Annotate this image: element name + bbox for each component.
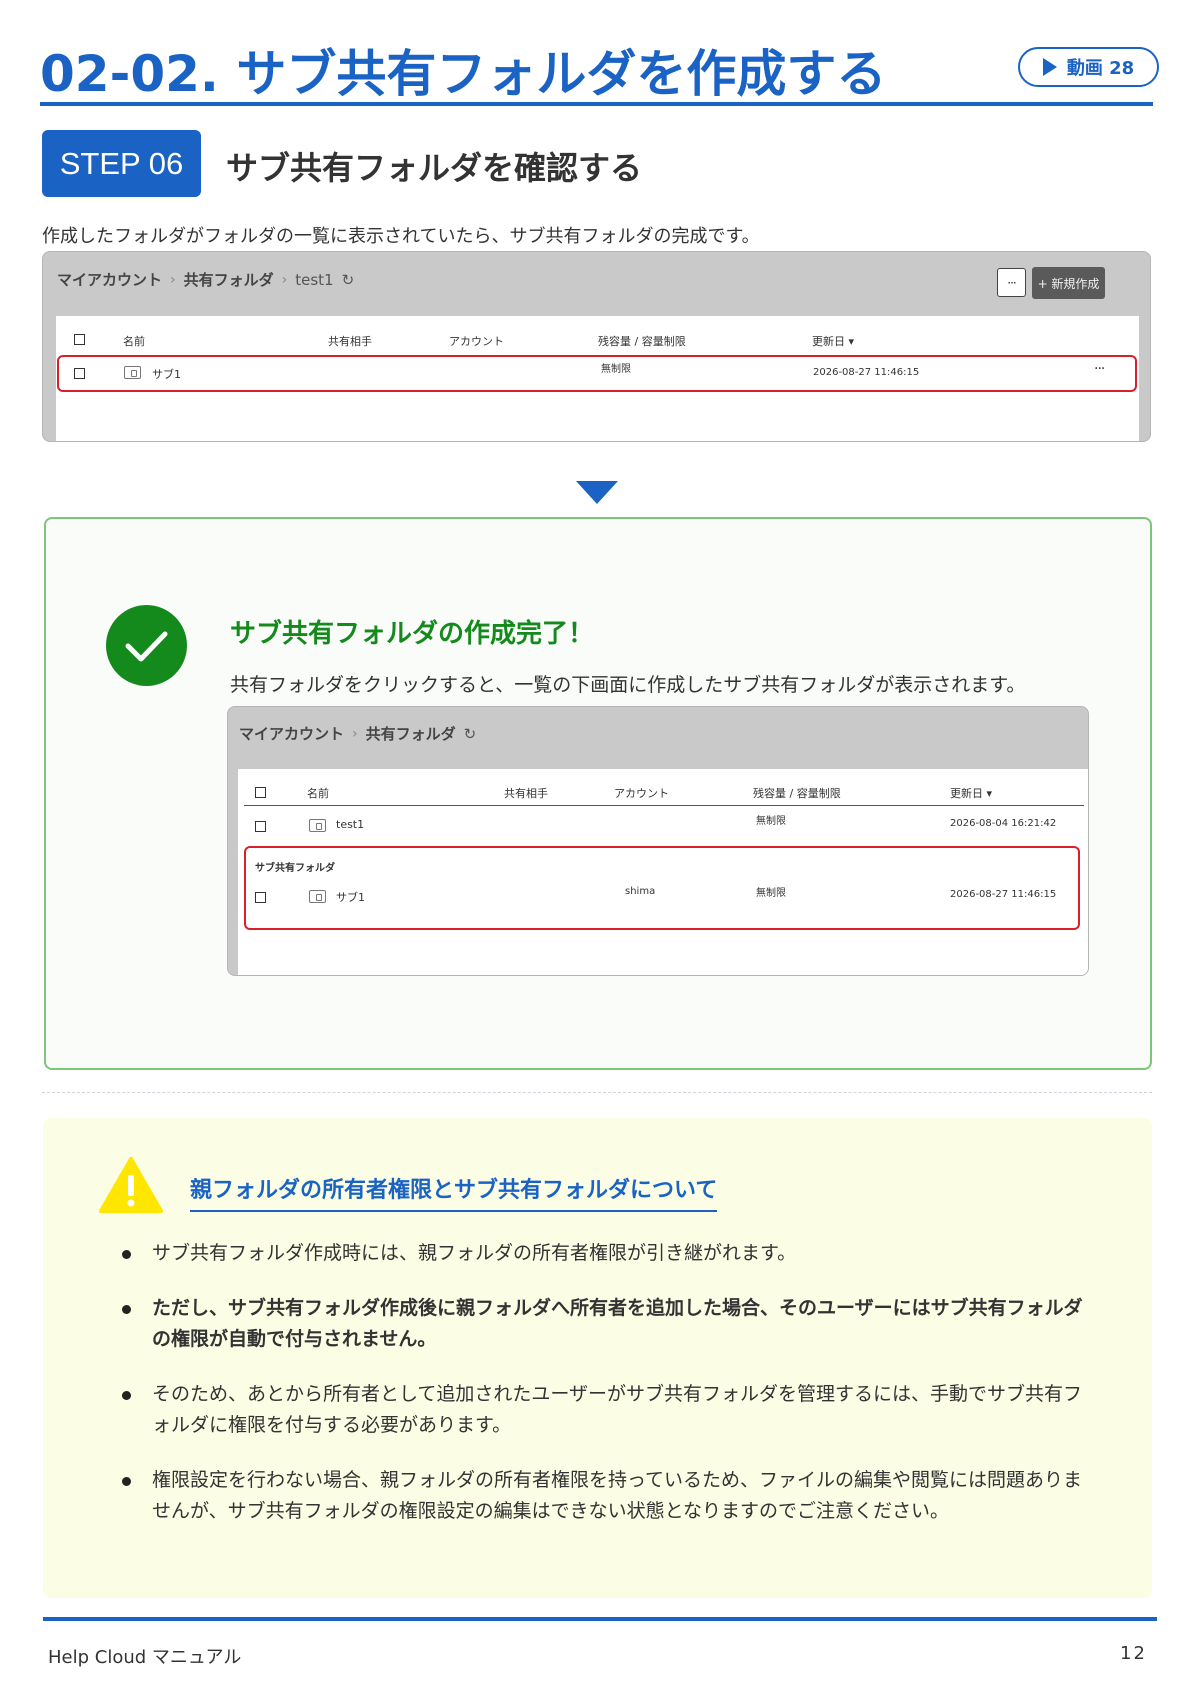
note-item: そのため、あとから所有者として追加されたユーザーがサブ共有フォルダを管理するには… (118, 1379, 1098, 1441)
row-updated: 2026-08-27 11:46:15 (950, 889, 1057, 900)
video-label: 動画 28 (1066, 58, 1135, 79)
footer-rule (43, 1617, 1157, 1621)
highlight-box (57, 355, 1137, 392)
screenshot-shared-folder-list: マイアカウント › 共有フォルダ › test1 ↻ ··· + 新規作成 名前… (42, 251, 1151, 442)
row-checkbox[interactable] (255, 892, 266, 903)
new-create-button[interactable]: + 新規作成 (1032, 267, 1105, 299)
arrow-down-icon (576, 481, 618, 504)
chevron-right-icon: › (352, 725, 358, 742)
intro-text: 作成したフォルダがフォルダの一覧に表示されていたら、サブ共有フォルダの完成です。 (42, 226, 760, 247)
folder-table: 名前 共有相手 アカウント 残容量 / 容量制限 更新日 ▾ サブ1 無制限 2… (56, 316, 1139, 441)
result-desc: 共有フォルダをクリックすると、一覧の下画面に作成したサブ共有フォルダが表示されま… (230, 674, 1026, 696)
col-account: アカウント (614, 787, 669, 800)
header-divider (244, 805, 1084, 806)
folder-table: 名前 共有相手 アカウント 残容量 / 容量制限 更新日 ▾ test1 無制限… (238, 769, 1088, 975)
row-capacity: 無制限 (756, 888, 786, 899)
refresh-icon[interactable]: ↻ (342, 271, 355, 289)
check-icon (106, 605, 187, 686)
col-name: 名前 (307, 787, 329, 800)
row-updated: 2026-08-27 11:46:15 (813, 367, 920, 378)
breadcrumb-shared-folder[interactable]: 共有フォルダ (184, 269, 274, 290)
breadcrumb-shared-folder[interactable]: 共有フォルダ (366, 723, 456, 744)
col-name: 名前 (123, 335, 145, 348)
step-title: サブ共有フォルダを確認する (226, 149, 643, 187)
result-title: サブ共有フォルダの作成完了！ (230, 619, 595, 649)
col-updated[interactable]: 更新日 ▾ (950, 785, 992, 801)
folder-icon (124, 366, 141, 379)
note-title: 親フォルダの所有者権限とサブ共有フォルダについて (190, 1172, 718, 1212)
row-folder-name[interactable]: サブ1 (336, 889, 365, 905)
step-badge: STEP 06 (42, 130, 201, 197)
chevron-right-icon: › (170, 271, 176, 288)
dashed-divider (42, 1092, 1152, 1093)
note-list: サブ共有フォルダ作成時には、親フォルダの所有者権限が引き継がれます。 ただし、サ… (118, 1238, 1098, 1551)
breadcrumb-test1[interactable]: test1 (295, 271, 333, 289)
play-icon (1042, 58, 1057, 76)
row-folder-name[interactable]: test1 (336, 818, 364, 831)
row-account: shima (625, 886, 656, 897)
more-options-button[interactable]: ··· (997, 268, 1026, 297)
col-capacity: 残容量 / 容量制限 (753, 787, 841, 800)
breadcrumb-my-account[interactable]: マイアカウント (57, 269, 162, 290)
col-shared-with: 共有相手 (328, 335, 372, 348)
col-shared-with: 共有相手 (504, 787, 548, 800)
highlight-box (244, 846, 1080, 930)
col-capacity: 残容量 / 容量制限 (598, 335, 686, 348)
row-checkbox[interactable] (255, 821, 266, 832)
note-item: ただし、サブ共有フォルダ作成後に親フォルダへ所有者を追加した場合、そのユーザーに… (118, 1293, 1098, 1355)
footer-title: Help Cloud マニュアル (48, 1647, 242, 1668)
chevron-right-icon: › (281, 271, 288, 288)
row-checkbox[interactable] (74, 368, 85, 379)
row-menu-icon[interactable]: ··· (1094, 361, 1105, 377)
col-account: アカウント (449, 335, 504, 348)
select-all-checkbox[interactable] (255, 787, 266, 798)
col-updated[interactable]: 更新日 ▾ (812, 333, 854, 349)
folder-icon (309, 819, 326, 832)
refresh-icon[interactable]: ↻ (464, 725, 477, 743)
page-title: 02-02. サブ共有フォルダを作成する (40, 45, 887, 103)
breadcrumb-my-account[interactable]: マイアカウント (239, 723, 344, 744)
sub-shared-folder-section-label: サブ共有フォルダ (255, 863, 335, 874)
folder-icon (309, 890, 326, 903)
screenshot-sub-folder-list: マイアカウント › 共有フォルダ ↻ 名前 共有相手 アカウント 残容量 / 容… (227, 706, 1089, 976)
note-item: 権限設定を行わない場合、親フォルダの所有者権限を持っているため、ファイルの編集や… (118, 1465, 1098, 1527)
row-folder-name[interactable]: サブ1 (152, 366, 181, 382)
breadcrumb: マイアカウント › 共有フォルダ › test1 ↻ (57, 269, 354, 290)
video-button[interactable]: 動画 28 (1018, 47, 1159, 87)
page-number: 12 (1120, 1643, 1147, 1664)
warning-icon (98, 1156, 164, 1214)
title-rule (40, 102, 1153, 106)
breadcrumb: マイアカウント › 共有フォルダ ↻ (239, 723, 476, 744)
row-capacity: 無制限 (601, 364, 631, 375)
row-capacity: 無制限 (756, 816, 786, 827)
row-updated: 2026-08-04 16:21:42 (950, 818, 1057, 829)
select-all-checkbox[interactable] (74, 334, 85, 345)
note-item: サブ共有フォルダ作成時には、親フォルダの所有者権限が引き継がれます。 (118, 1238, 1098, 1269)
